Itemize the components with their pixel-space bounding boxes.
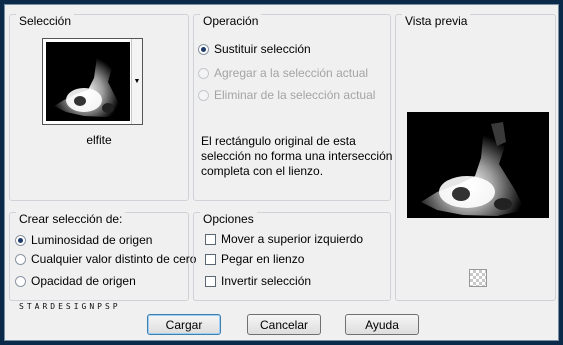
checkbox-paste-to-canvas[interactable]: Pegar en lienzo (205, 252, 304, 266)
radio-label: Eliminar de la selección actual (214, 88, 376, 102)
selection-group-title: Selección (16, 14, 75, 28)
operation-message: El rectángulo original de esta selección… (201, 134, 392, 179)
radio-source-opacity[interactable]: Opacidad de origen (15, 274, 136, 288)
radio-label: Luminosidad de origen (31, 233, 153, 247)
message-line: completa con el lienzo. (201, 164, 324, 178)
radio-label: Sustituir selección (214, 42, 311, 56)
radio-remove-from-selection[interactable]: Eliminar de la selección actual (198, 88, 375, 102)
radio-replace-selection[interactable]: Sustituir selección (198, 42, 311, 56)
radio-indicator (15, 234, 26, 246)
transparency-checker-icon[interactable] (469, 269, 487, 287)
radio-label: Agregar a la selección actual (214, 66, 369, 80)
watermark-text: STARDESIGNPSP (19, 302, 121, 311)
help-button[interactable]: Ayuda (345, 314, 419, 335)
radio-indicator (198, 67, 209, 79)
checkbox-box (205, 275, 216, 287)
radio-label: Opacidad de origen (31, 274, 136, 288)
radio-indicator (15, 253, 26, 265)
chevron-down-icon[interactable]: ▼ (131, 39, 142, 124)
create-selection-group-title: Crear selección de: (16, 212, 126, 226)
selection-thumbnail (46, 42, 130, 121)
options-group-title: Opciones (200, 212, 257, 226)
operation-group-title: Operación (200, 14, 262, 28)
radio-indicator (198, 43, 209, 55)
checkbox-label: Mover a superior izquierdo (221, 232, 364, 246)
radio-add-to-selection[interactable]: Agregar a la selección actual (198, 66, 368, 80)
preview-image (407, 112, 549, 218)
checkbox-label: Invertir selección (221, 274, 312, 288)
load-button[interactable]: Cargar (147, 314, 221, 335)
message-line: selección no forma una intersección (201, 149, 393, 163)
radio-source-luminance[interactable]: Luminosidad de origen (15, 233, 152, 247)
preview-group-title: Vista previa (402, 14, 471, 28)
preview-image-graphic (407, 112, 549, 218)
checkbox-label: Pegar en lienzo (221, 252, 305, 266)
message-line: El rectángulo original de esta (201, 134, 356, 148)
checkbox-box (205, 253, 216, 265)
radio-indicator (15, 275, 26, 287)
load-selection-dialog: Selección ▼ elfite Operación Sustituir s… (4, 4, 559, 341)
selection-thumbnail-image (46, 42, 130, 121)
radio-any-nonzero-value[interactable]: Cualquier valor distinto de cero (15, 252, 196, 266)
checkbox-invert-selection[interactable]: Invertir selección (205, 274, 311, 288)
cancel-button[interactable]: Cancelar (247, 314, 321, 335)
checkbox-box (205, 233, 216, 245)
thumbnail-name: elfite (86, 133, 112, 147)
radio-indicator (198, 89, 209, 101)
checkbox-move-top-left[interactable]: Mover a superior izquierdo (205, 232, 363, 246)
radio-label: Cualquier valor distinto de cero (31, 252, 197, 266)
selection-thumbnail-dropdown[interactable]: ▼ (42, 38, 143, 125)
